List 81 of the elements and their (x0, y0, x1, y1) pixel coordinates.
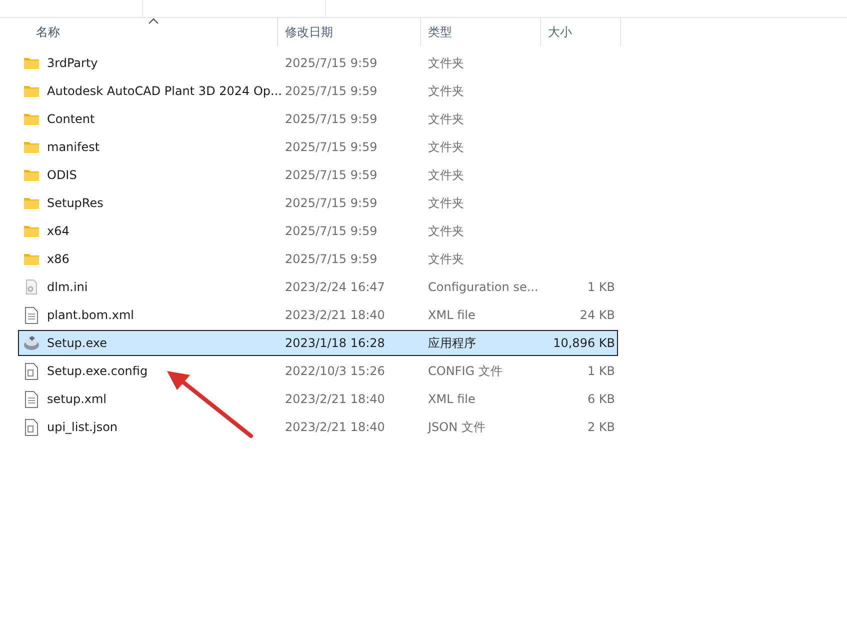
file-type: Configuration se... (427, 280, 540, 294)
modified-date: 2025/7/15 9:59 (284, 168, 378, 182)
sort-caret-icon (148, 18, 159, 24)
document-icon (23, 390, 40, 408)
file-row[interactable]: 3rdParty 2025/7/15 9:59 文件夹 (18, 50, 618, 76)
column-header[interactable]: 类型 (421, 18, 541, 46)
file-row[interactable]: dlm.ini 2023/2/24 16:47 Configuration se... 1 KB (18, 274, 618, 300)
file-row[interactable]: x64 2025/7/15 9:59 文件夹 (18, 218, 618, 244)
modified-date: 2025/7/15 9:59 (284, 56, 378, 70)
file-size: 6 KB (586, 392, 616, 406)
file-name: plant.bom.xml (47, 308, 134, 322)
folder-icon (23, 196, 40, 210)
file-name: x64 (47, 224, 70, 238)
file-type: XML file (427, 308, 476, 322)
file-name: SetupRes (47, 196, 104, 210)
modified-date: 2022/10/3 15:26 (284, 364, 386, 378)
file-name: Setup.exe (47, 336, 108, 350)
file-size: 1 KB (586, 280, 616, 294)
file-name: manifest (47, 140, 100, 154)
file-icon (23, 418, 40, 436)
column-header[interactable]: 修改日期 (278, 18, 421, 46)
file-row[interactable]: Setup.exe 2023/1/18 16:28 应用程序 10,896 KB (18, 330, 618, 356)
file-icon (23, 362, 40, 380)
file-name: dlm.ini (47, 280, 88, 294)
file-row[interactable]: setup.xml 2023/2/21 18:40 XML file 6 KB (18, 386, 618, 412)
file-type: 文件夹 (427, 54, 465, 72)
file-name: Setup.exe.config (47, 364, 148, 378)
modified-date: 2023/2/24 16:47 (284, 280, 386, 294)
file-type: CONFIG 文件 (427, 362, 504, 380)
folder-icon (23, 252, 40, 266)
column-header[interactable]: 名称 (20, 18, 278, 46)
file-type: 文件夹 (427, 82, 465, 100)
modified-date: 2025/7/15 9:59 (284, 84, 378, 98)
file-type: XML file (427, 392, 476, 406)
file-size: 1 KB (586, 364, 616, 378)
modified-date: 2025/7/15 9:59 (284, 252, 378, 266)
file-row[interactable]: SetupRes 2025/7/15 9:59 文件夹 (18, 190, 618, 216)
modified-date: 2025/7/15 9:59 (284, 112, 378, 126)
column-header[interactable]: 大小 (541, 18, 621, 46)
file-type: 文件夹 (427, 138, 465, 156)
file-name: Content (47, 112, 95, 126)
file-row[interactable]: manifest 2025/7/15 9:59 文件夹 (18, 134, 618, 160)
file-name: setup.xml (47, 392, 107, 406)
modified-date: 2023/2/21 18:40 (284, 308, 386, 322)
installer-icon (23, 335, 40, 351)
folder-icon (23, 140, 40, 154)
file-row[interactable]: Setup.exe.config 2022/10/3 15:26 CONFIG 文件 1 KB (18, 358, 618, 384)
file-type: 应用程序 (427, 334, 477, 352)
file-row[interactable]: Content 2025/7/15 9:59 文件夹 (18, 106, 618, 132)
modified-date: 2025/7/15 9:59 (284, 224, 378, 238)
file-name: x86 (47, 252, 70, 266)
file-type: 文件夹 (427, 166, 465, 184)
file-size: 10,896 KB (552, 336, 616, 350)
modified-date: 2025/7/15 9:59 (284, 140, 378, 154)
file-size: 2 KB (586, 420, 616, 434)
folder-icon (23, 168, 40, 182)
file-row[interactable]: Autodesk AutoCAD Plant 3D 2024 Op... 2025/7/15 9:59 文件夹 (18, 78, 618, 104)
file-type: 文件夹 (427, 194, 465, 212)
file-type: 文件夹 (427, 222, 465, 240)
file-row[interactable]: upi_list.json 2023/2/21 18:40 JSON 文件 2 KB (18, 414, 618, 440)
file-row[interactable]: x86 2025/7/15 9:59 文件夹 (18, 246, 618, 272)
file-name: upi_list.json (47, 420, 118, 434)
file-size: 24 KB (578, 308, 616, 322)
file-name: Autodesk AutoCAD Plant 3D 2024 Op... (47, 84, 282, 98)
file-row[interactable]: ODIS 2025/7/15 9:59 文件夹 (18, 162, 618, 188)
file-name: ODIS (47, 168, 77, 182)
modified-date: 2023/2/21 18:40 (284, 392, 386, 406)
file-type: 文件夹 (427, 110, 465, 128)
folder-icon (23, 56, 40, 70)
folder-icon (23, 112, 40, 126)
file-row[interactable]: plant.bom.xml 2023/2/21 18:40 XML file 24 KB (18, 302, 618, 328)
folder-icon (23, 224, 40, 238)
file-type: 文件夹 (427, 250, 465, 268)
gear-file-icon (23, 279, 40, 295)
modified-date: 2023/1/18 16:28 (284, 336, 386, 350)
modified-date: 2025/7/15 9:59 (284, 196, 378, 210)
file-name: 3rdParty (47, 56, 98, 70)
file-type: JSON 文件 (426, 418, 486, 436)
folder-icon (23, 84, 40, 98)
document-icon (23, 306, 40, 324)
modified-date: 2023/2/21 18:40 (284, 420, 386, 434)
